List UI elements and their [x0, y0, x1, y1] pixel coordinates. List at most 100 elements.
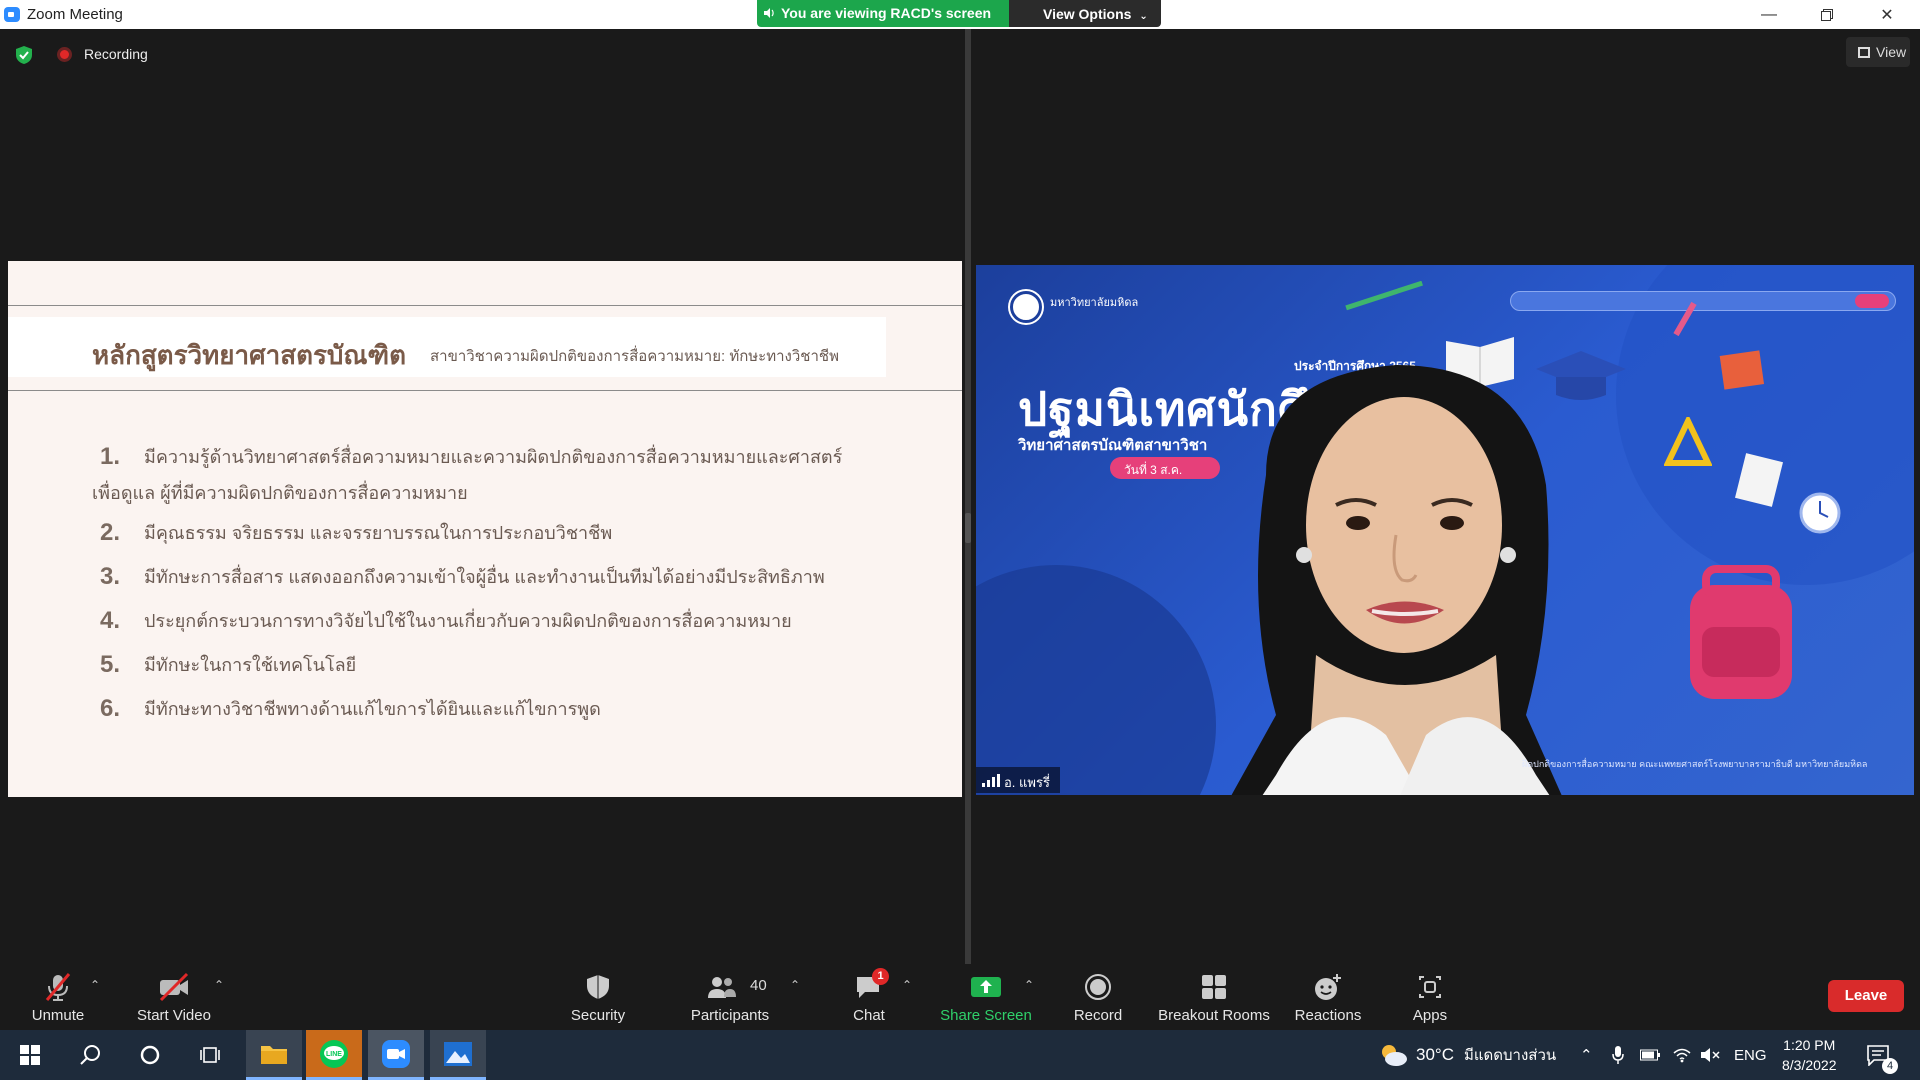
notebook-icon — [1719, 350, 1765, 390]
windows-taskbar: LINE 30°C มีแดดบางส่วน ⌃ ENG 1:20 PM 8/3… — [0, 1030, 1920, 1080]
slide-divider — [8, 305, 962, 306]
apps-icon — [1419, 976, 1441, 998]
viewing-screen-banner: You are viewing RACD's screen — [757, 0, 1009, 27]
minimize-button[interactable]: — — [1746, 0, 1792, 29]
list-item: 3. มีทักษะการสื่อสาร แสดงออกถึงความเข้าใ… — [100, 563, 825, 590]
view-options-button[interactable]: View Options ⌄ — [1009, 0, 1161, 27]
folder-icon — [261, 1045, 287, 1064]
unmute-button[interactable]: Unmute — [22, 964, 94, 1030]
share-screen-button[interactable]: Share Screen — [936, 964, 1036, 1030]
taskbar-zoom-app[interactable] — [368, 1030, 424, 1080]
cortana-button[interactable] — [122, 1030, 178, 1080]
microphone-muted-icon — [45, 973, 71, 1001]
chat-options-caret[interactable]: ⌃ — [902, 978, 916, 992]
smiley-plus-icon — [1315, 974, 1341, 1000]
chevron-up-icon: ⌃ — [90, 978, 101, 992]
close-button[interactable]: ✕ — [1864, 0, 1910, 29]
close-icon: ✕ — [1880, 6, 1894, 24]
window-title: Zoom Meeting — [27, 6, 123, 23]
task-view-button[interactable] — [182, 1030, 238, 1080]
start-video-button[interactable]: Start Video — [130, 964, 218, 1030]
speaker-icon — [764, 8, 774, 18]
speaker-video[interactable]: มหาวิทยาลัยมหิดล ประจำปีการศึกษา 2565 ปฐ… — [976, 265, 1914, 795]
slide-list: 1. มีความรู้ด้านวิทยาศาสตร์สื่อความหมายแ… — [92, 439, 892, 727]
video-credits: ผิดปกติของการสื่อความหมาย คณะแพทยศาสตร์โ… — [1522, 759, 1868, 769]
start-button[interactable] — [2, 1030, 58, 1080]
university-name: มหาวิทยาลัยมหิดล — [1050, 297, 1139, 309]
split-divider[interactable] — [965, 29, 971, 969]
security-shield-icon — [587, 975, 609, 999]
search-button[interactable] — [62, 1030, 118, 1080]
title-bar: Zoom Meeting You are viewing RACD's scre… — [0, 0, 1920, 29]
participants-count: 40 — [750, 977, 767, 994]
speaker-person-image — [1231, 365, 1562, 795]
security-button[interactable]: Security — [562, 964, 634, 1030]
show-hidden-icons-button[interactable]: ⌃ — [1580, 1030, 1593, 1080]
input-language[interactable]: ENG — [1734, 1030, 1767, 1080]
cortana-circle-icon — [140, 1045, 160, 1065]
shared-slide: หลักสูตรวิทยาศาสตรบัณฑิต สาขาวิชาความผิด… — [8, 261, 962, 797]
encryption-shield-icon[interactable] — [16, 46, 32, 64]
volume-muted-icon[interactable] — [1700, 1030, 1720, 1080]
chevron-down-icon: ⌄ — [1139, 11, 1148, 22]
grid-view-icon — [1858, 47, 1870, 58]
taskbar-line-app[interactable]: LINE — [306, 1030, 362, 1080]
slide-header: หลักสูตรวิทยาศาสตรบัณฑิต สาขาวิชาความผิด… — [8, 317, 886, 377]
clock-icon — [1799, 492, 1841, 534]
chevron-up-icon: ⌃ — [214, 978, 225, 992]
battery-icon[interactable] — [1640, 1030, 1660, 1080]
slide-subtitle: สาขาวิชาความผิดปกติของการสื่อความหมาย: ท… — [430, 348, 839, 365]
action-center-button[interactable]: 4 — [1866, 1030, 1898, 1080]
chevron-up-icon: ⌃ — [1024, 978, 1035, 992]
breakout-rooms-icon — [1202, 975, 1226, 999]
chat-unread-badge: 1 — [872, 968, 889, 985]
microphone-tray-icon[interactable] — [1612, 1030, 1624, 1080]
participants-icon — [708, 977, 736, 998]
svg-text:LINE: LINE — [326, 1051, 342, 1058]
taskbar-file-explorer[interactable] — [246, 1030, 302, 1080]
record-button[interactable]: Record — [1066, 964, 1130, 1030]
leave-button[interactable]: Leave — [1828, 980, 1904, 1012]
partly-sunny-icon — [1382, 1045, 1407, 1066]
drag-handle[interactable] — [965, 513, 971, 543]
record-icon — [1085, 974, 1111, 1000]
chat-button[interactable]: 1 Chat — [842, 964, 896, 1030]
list-item: 2. มีคุณธรรม จริยธรรม และจรรยาบรรณในการป… — [100, 519, 613, 546]
pencil-icon — [1673, 301, 1697, 337]
system-clock[interactable]: 1:20 PM 8/3/2022 — [1782, 1030, 1837, 1080]
paper-icon — [1735, 453, 1783, 507]
reactions-button[interactable]: Reactions — [1292, 964, 1364, 1030]
share-options-caret[interactable]: ⌃ — [1024, 978, 1038, 992]
view-button[interactable]: View — [1846, 37, 1910, 67]
list-item: 1. มีความรู้ด้านวิทยาศาสตร์สื่อความหมายแ… — [92, 443, 843, 503]
task-view-icon — [200, 1047, 220, 1063]
breakout-rooms-button[interactable]: Breakout Rooms — [1156, 964, 1272, 1030]
meeting-area: Recording View หลักสูตรวิทยาศาสตรบัณฑิต … — [0, 29, 1920, 969]
participant-name-tag: อ. แพรรี่ — [976, 767, 1060, 793]
zoom-app-icon — [4, 7, 20, 22]
video-options-caret[interactable]: ⌃ — [214, 978, 228, 992]
minimize-icon: — — [1761, 5, 1777, 23]
windows-logo-icon — [20, 1045, 40, 1065]
chevron-up-icon: ⌃ — [790, 978, 801, 992]
restore-button[interactable] — [1804, 0, 1850, 29]
participants-button[interactable]: 40 Participants — [686, 964, 774, 1030]
zoom-icon — [382, 1039, 410, 1068]
apps-button[interactable]: Apps — [1404, 964, 1456, 1030]
weather-widget[interactable]: 30°C มีแดดบางส่วน — [1378, 1030, 1556, 1080]
wifi-icon[interactable] — [1672, 1030, 1692, 1080]
university-logo — [1010, 291, 1042, 323]
list-item: 6. มีทักษะทางวิชาชีพทางด้านแก้ไขการได้ยิ… — [100, 695, 601, 722]
pen-icon — [1345, 281, 1423, 311]
list-item: 5. มีทักษะในการใช้เทคโนโลยี — [100, 651, 357, 678]
recording-label: Recording — [84, 46, 148, 62]
audio-options-caret[interactable]: ⌃ — [90, 978, 104, 992]
chevron-up-icon: ⌃ — [902, 978, 913, 992]
slide-divider — [8, 390, 962, 391]
list-item: 4. ประยุกต์กระบวนการทางวิจัยไปใช้ในงานเก… — [100, 607, 792, 634]
participants-options-caret[interactable]: ⌃ — [790, 978, 804, 992]
taskbar-photos-app[interactable] — [430, 1030, 486, 1080]
restore-icon — [1821, 8, 1833, 21]
video-off-icon — [159, 972, 189, 1002]
slide-title: หลักสูตรวิทยาศาสตรบัณฑิต — [92, 340, 407, 370]
